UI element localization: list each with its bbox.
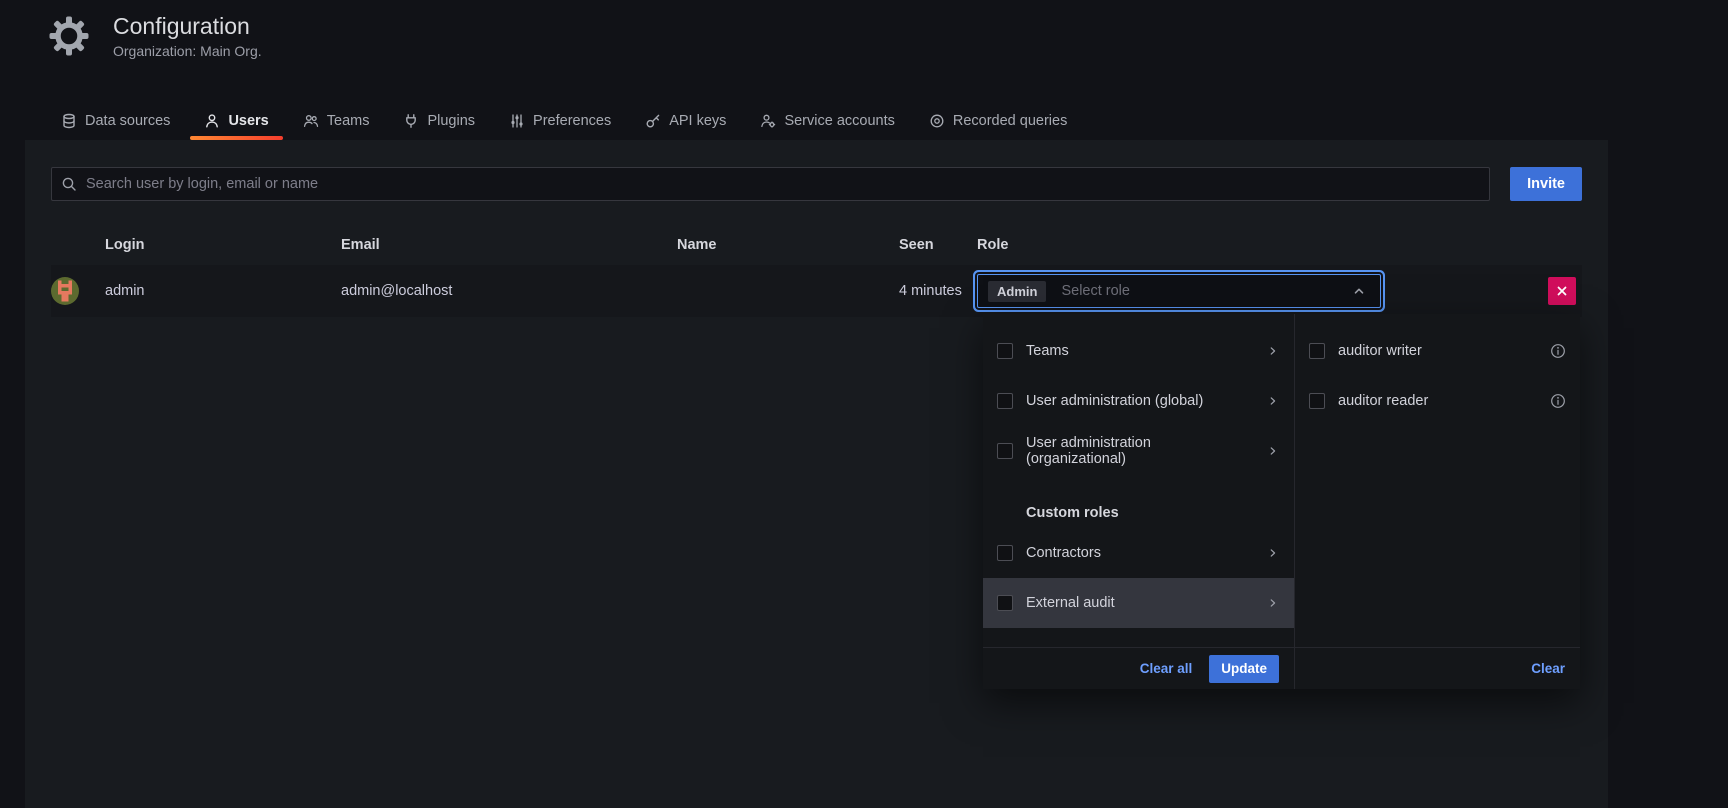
role-menu-item-contractors[interactable]: Contractors: [983, 528, 1294, 578]
role-cell: Admin Select role: [977, 274, 1536, 308]
role-menu-item-external-audit[interactable]: External audit: [983, 578, 1294, 628]
role-submenu-panel: auditor writer auditor reader: [1295, 314, 1580, 689]
tab-preferences[interactable]: Preferences: [492, 104, 628, 138]
submenu-item-auditor-reader[interactable]: auditor reader: [1295, 376, 1580, 426]
checkbox[interactable]: [997, 443, 1013, 459]
user-icon: [204, 113, 220, 129]
column-header-email: Email: [333, 237, 669, 253]
invite-button[interactable]: Invite: [1510, 167, 1582, 201]
role-badge: Admin: [988, 281, 1046, 302]
checkbox[interactable]: [1309, 393, 1325, 409]
sliders-icon: [509, 113, 525, 129]
role-picker[interactable]: Admin Select role: [977, 274, 1381, 308]
avatar: [51, 277, 79, 305]
page-title: Configuration: [113, 13, 262, 39]
role-menu-item-user-administration-organizational[interactable]: User administration (organizational): [983, 426, 1294, 476]
checkbox[interactable]: [1309, 343, 1325, 359]
clear-all-link[interactable]: Clear all: [1140, 661, 1193, 676]
checkbox[interactable]: [997, 393, 1013, 409]
login-cell: admin: [97, 283, 333, 299]
tab-teams[interactable]: Teams: [286, 104, 387, 138]
checkbox[interactable]: [997, 343, 1013, 359]
column-header-name: Name: [669, 237, 891, 253]
page-subtitle: Organization: Main Org.: [113, 43, 262, 59]
role-submenu-footer: Clear: [1295, 647, 1580, 689]
tab-label: API keys: [669, 114, 726, 129]
service-account-icon: [760, 113, 776, 129]
tab-label: Users: [228, 114, 268, 129]
caret-up-icon: [1351, 283, 1370, 299]
database-icon: [61, 113, 77, 129]
menu-item-label: User administration (organizational): [1026, 435, 1253, 467]
role-menu-list: Teams User administration (global) User …: [983, 314, 1294, 647]
role-menu-footer: Clear all Update: [983, 647, 1294, 689]
tab-service-accounts[interactable]: Service accounts: [743, 104, 911, 138]
checkbox[interactable]: [997, 545, 1013, 561]
chevron-right-icon: [1266, 444, 1280, 458]
users-table: Login Email Name Seen Role: [51, 225, 1582, 317]
seen-cell: 4 minutes: [891, 283, 977, 299]
tab-recorded-queries[interactable]: Recorded queries: [912, 104, 1084, 138]
tab-plugins[interactable]: Plugins: [386, 104, 492, 138]
tab-data-sources[interactable]: Data sources: [44, 104, 187, 138]
column-header-login: Login: [97, 237, 333, 253]
page-header: Configuration Organization: Main Org.: [48, 13, 262, 59]
menu-item-label: Contractors: [1026, 545, 1101, 561]
chevron-right-icon: [1266, 596, 1280, 610]
menu-item-label: User administration (global): [1026, 393, 1203, 409]
column-header-seen: Seen: [891, 237, 977, 253]
role-menu-item-user-administration-global[interactable]: User administration (global): [983, 376, 1294, 426]
table-header-row: Login Email Name Seen Role: [51, 225, 1582, 265]
users-toolbar: Invite: [51, 167, 1582, 201]
users-icon: [303, 113, 319, 129]
info-icon[interactable]: [1550, 343, 1566, 359]
role-menu-item-teams[interactable]: Teams: [983, 326, 1294, 376]
menu-item-label: Teams: [1026, 343, 1069, 359]
tab-bar: Data sources Users Teams: [44, 104, 1084, 138]
actions-cell: [1536, 277, 1582, 305]
update-button[interactable]: Update: [1209, 655, 1279, 683]
tab-users[interactable]: Users: [187, 104, 285, 138]
tab-label: Preferences: [533, 114, 611, 129]
chevron-right-icon: [1266, 344, 1280, 358]
search-input[interactable]: [51, 167, 1490, 201]
role-submenu-list: auditor writer auditor reader: [1295, 314, 1580, 647]
chevron-right-icon: [1266, 546, 1280, 560]
role-menu-panel: Teams User administration (global) User …: [983, 314, 1295, 689]
role-picker-menu: Teams User administration (global) User …: [983, 314, 1580, 689]
key-icon: [645, 113, 661, 129]
delete-user-button[interactable]: [1548, 277, 1576, 305]
role-picker-placeholder: Select role: [1061, 283, 1130, 299]
chevron-right-icon: [1266, 394, 1280, 408]
menu-item-label: auditor writer: [1338, 343, 1422, 359]
record-icon: [929, 113, 945, 129]
clear-link[interactable]: Clear: [1531, 661, 1565, 676]
menu-item-label: External audit: [1026, 595, 1115, 611]
avatar-cell: [51, 277, 97, 305]
column-header-role: Role: [977, 237, 1536, 253]
email-cell: admin@localhost: [333, 283, 669, 299]
search-input-wrap: [51, 167, 1490, 201]
menu-item-label: auditor reader: [1338, 393, 1428, 409]
checkbox[interactable]: [997, 595, 1013, 611]
tab-label: Plugins: [427, 114, 475, 129]
tab-label: Recorded queries: [953, 114, 1067, 129]
close-icon: [1554, 283, 1570, 299]
custom-roles-section-header: Custom roles: [983, 498, 1294, 528]
table-row: admin admin@localhost 4 minutes Admin Se…: [51, 265, 1582, 317]
tab-label: Teams: [327, 114, 370, 129]
submenu-item-auditor-writer[interactable]: auditor writer: [1295, 326, 1580, 376]
tab-label: Data sources: [85, 114, 170, 129]
tab-api-keys[interactable]: API keys: [628, 104, 743, 138]
gear-icon: [48, 15, 90, 57]
plug-icon: [403, 113, 419, 129]
info-icon[interactable]: [1550, 393, 1566, 409]
tab-label: Service accounts: [784, 114, 894, 129]
